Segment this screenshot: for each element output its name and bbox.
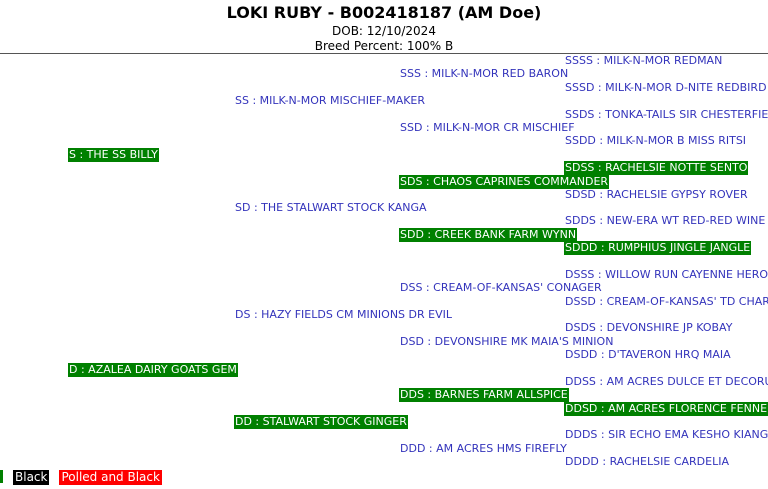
color-legend: Black Polled and Black [0, 470, 162, 485]
sdss-link[interactable]: SDSS : RACHELSIE NOTTE SENTO [564, 161, 749, 175]
dsss-link[interactable]: DSSS : WILLOW RUN CAYENNE HERO [564, 268, 768, 282]
dss-link[interactable]: DSS : CREAM-OF-KANSAS' CONAGER [399, 281, 603, 295]
dam-dam-link[interactable]: DD : STALWART STOCK GINGER [234, 415, 408, 429]
sss-link[interactable]: SSS : MILK-N-MOR RED BARON [399, 67, 569, 81]
dsd-link[interactable]: DSD : DEVONSHIRE MK MAIA'S MINION [399, 335, 614, 349]
ssss-link[interactable]: SSSS : MILK-N-MOR REDMAN [564, 54, 723, 68]
dssd-link[interactable]: DSSD : CREAM-OF-KANSAS' TD CHARM [564, 295, 768, 309]
breed-percent-text: Breed Percent: 100% B [314, 39, 454, 53]
dddd-link[interactable]: DDDD : RACHELSIE CARDELIA [564, 455, 730, 469]
dam-link[interactable]: D : AZALEA DAIRY GOATS GEM [68, 363, 238, 377]
pedigree-header: LOKI RUBY - B002418187 (AM Doe) DOB: 12/… [0, 0, 768, 54]
ddds-link[interactable]: DDDS : SIR ECHO EMA KESHO KIANGA [564, 428, 768, 442]
dam-sire-link[interactable]: DS : HAZY FIELDS CM MINIONS DR EVIL [234, 308, 453, 322]
ssd-link[interactable]: SSD : MILK-N-MOR CR MISCHIEF [399, 121, 576, 135]
sire-link[interactable]: S : THE SS BILLY [68, 148, 159, 162]
page-title: LOKI RUBY - B002418187 (AM Doe) [226, 3, 542, 22]
ddss-link[interactable]: DDSS : AM ACRES DULCE ET DECORUM [564, 375, 768, 389]
polled-black-legend-label: Polled and Black [59, 470, 162, 485]
dsdd-link[interactable]: DSDD : D'TAVERON HRQ MAIA [564, 348, 732, 362]
sssd-link[interactable]: SSSD : MILK-N-MOR D-NITE REDBIRD [564, 81, 768, 95]
dob-text: DOB: 12/10/2024 [332, 24, 436, 38]
sdds-link[interactable]: SDDS : NEW-ERA WT RED-RED WINE [564, 214, 766, 228]
sire-dam-link[interactable]: SD : THE STALWART STOCK KANGA [234, 201, 428, 215]
sddd-link[interactable]: SDDD : RUMPHIUS JINGLE JANGLE [564, 241, 752, 255]
black-legend-label: Black [13, 470, 50, 485]
ddd-link[interactable]: DDD : AM ACRES HMS FIREFLY [399, 442, 568, 456]
green-legend-swatch [0, 470, 3, 483]
sdd-link[interactable]: SDD : CREEK BANK FARM WYNN [399, 228, 578, 242]
ssds-link[interactable]: SSDS : TONKA-TAILS SIR CHESTERFIELD [564, 108, 768, 122]
sdsd-link[interactable]: SDSD : RACHELSIE GYPSY ROVER [564, 188, 749, 202]
ddsd-link[interactable]: DDSD : AM ACRES FLORENCE FENNEL [564, 402, 768, 416]
dds-link[interactable]: DDS : BARNES FARM ALLSPICE [399, 388, 569, 402]
ssdd-link[interactable]: SSDD : MILK-N-MOR B MISS RITSI [564, 134, 747, 148]
dsds-link[interactable]: DSDS : DEVONSHIRE JP KOBAY [564, 321, 733, 335]
sire-sire-link[interactable]: SS : MILK-N-MOR MISCHIEF-MAKER [234, 94, 426, 108]
sds-link[interactable]: SDS : CHAOS CAPRINES COMMANDER [399, 175, 610, 189]
